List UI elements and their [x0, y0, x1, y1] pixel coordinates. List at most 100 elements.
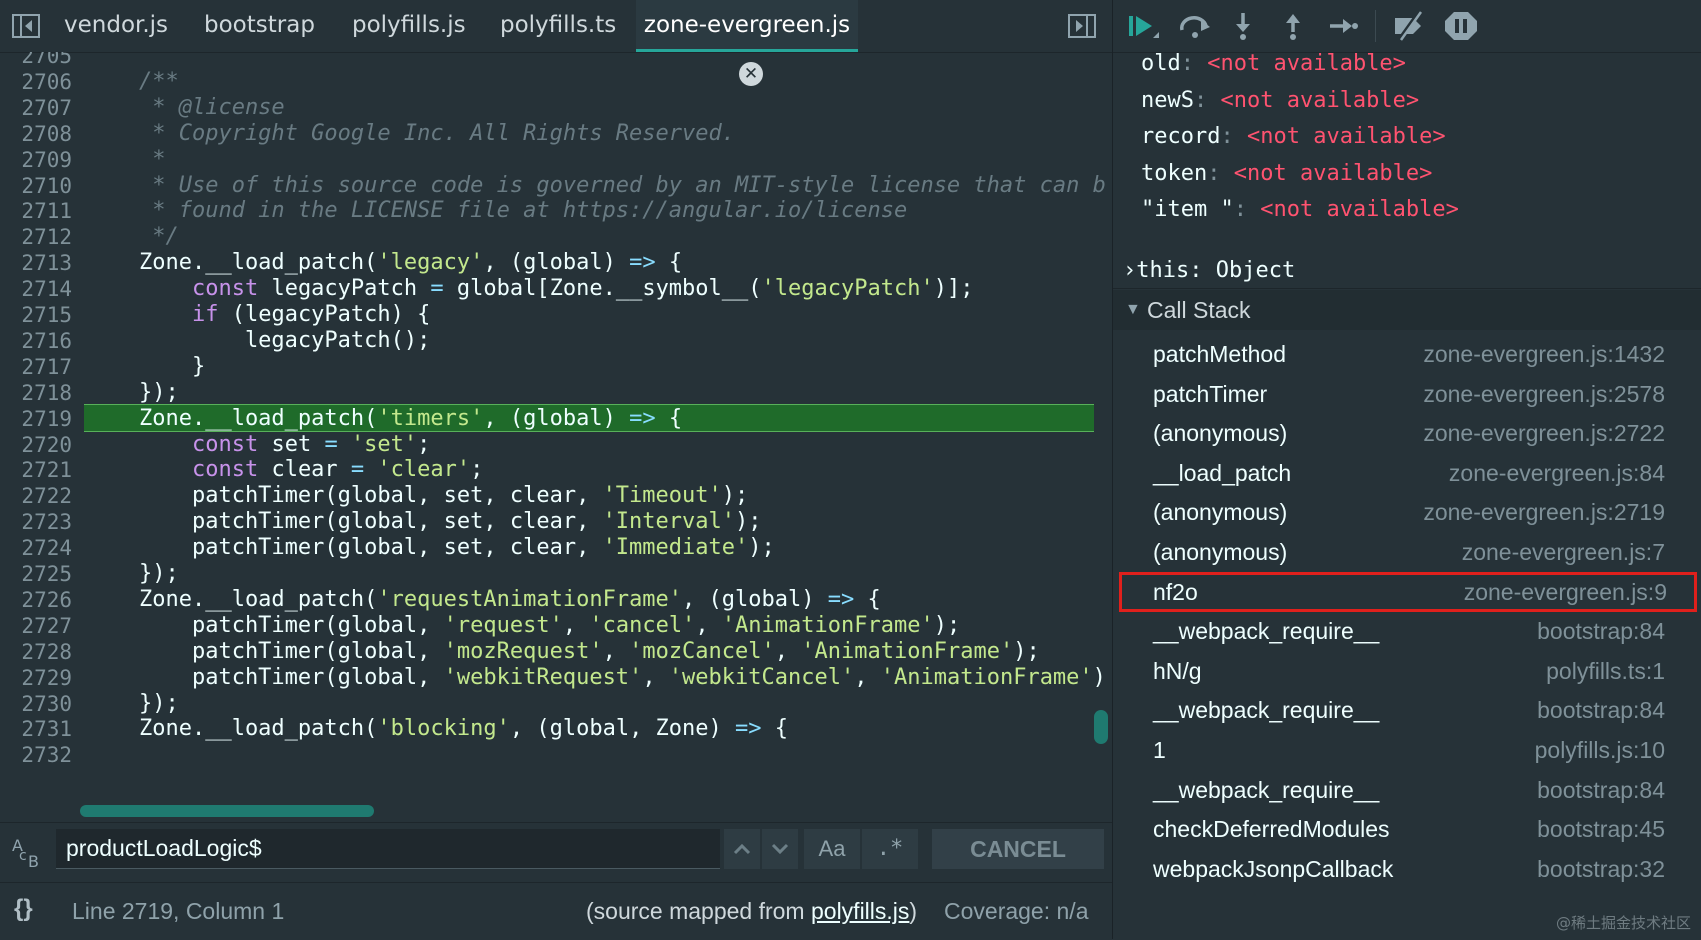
step-out-icon[interactable]	[1275, 10, 1311, 42]
line-number[interactable]: 2710	[0, 172, 72, 200]
vertical-scrollbar[interactable]	[1094, 710, 1108, 744]
line-number[interactable]: 2708	[0, 120, 72, 148]
call-stack-frame[interactable]: nf2o zone-evergreen.js:9	[1119, 571, 1697, 612]
code-line[interactable]: 2724 patchTimer(global, set, clear, 'Imm…	[0, 534, 1112, 562]
line-number[interactable]: 2728	[0, 638, 72, 666]
code-line[interactable]: 2725 });	[0, 560, 1112, 588]
frame-location[interactable]: zone-evergreen.js:2719	[1423, 492, 1665, 532]
frame-location[interactable]: bootstrap:84	[1537, 611, 1665, 651]
frame-location[interactable]: zone-evergreen.js:84	[1449, 453, 1665, 493]
search-input[interactable]	[56, 829, 720, 869]
search-replace-icon[interactable]: A B c	[10, 833, 50, 873]
pause-on-exceptions-icon[interactable]	[1443, 10, 1479, 42]
step-into-icon[interactable]	[1225, 10, 1261, 42]
call-stack-frame[interactable]: webpackJsonpCallback bootstrap:32	[1113, 849, 1701, 889]
code-line[interactable]: 2707 * @license	[0, 94, 1112, 122]
step-icon[interactable]	[1325, 10, 1361, 42]
line-number[interactable]: 2727	[0, 612, 72, 640]
line-number[interactable]: 2731	[0, 715, 72, 743]
call-stack-frame[interactable]: __load_patch zone-evergreen.js:84	[1113, 453, 1701, 493]
variable-row[interactable]: old: <not available>	[1141, 46, 1406, 82]
call-stack-frame[interactable]: checkDeferredModules bootstrap:45	[1113, 809, 1701, 849]
tab-polyfills-ts[interactable]: polyfills.ts	[500, 0, 616, 52]
toggle-navigator-icon[interactable]	[12, 14, 40, 38]
code-line[interactable]: 2709 *	[0, 146, 1112, 174]
match-case-button[interactable]: Aa	[804, 829, 860, 869]
search-prev-button[interactable]	[724, 829, 760, 869]
code-line[interactable]: 2727 patchTimer(global, 'request', 'canc…	[0, 612, 1112, 640]
line-number[interactable]: 2713	[0, 249, 72, 277]
variable-row[interactable]: record: <not available>	[1141, 119, 1446, 155]
search-next-button[interactable]	[762, 829, 798, 869]
frame-location[interactable]: bootstrap:45	[1537, 809, 1665, 849]
line-number[interactable]: 2721	[0, 456, 72, 484]
line-number[interactable]: 2724	[0, 534, 72, 562]
code-line[interactable]: 2720 const set = 'set';	[0, 431, 1112, 459]
variable-row[interactable]: newS: <not available>	[1141, 83, 1419, 119]
line-number[interactable]: 2712	[0, 223, 72, 251]
call-stack-frame[interactable]: (anonymous) zone-evergreen.js:2719	[1113, 492, 1701, 532]
line-number[interactable]: 2709	[0, 146, 72, 174]
regex-button[interactable]: .*	[862, 829, 918, 869]
frame-location[interactable]: zone-evergreen.js:7	[1462, 532, 1665, 572]
line-number[interactable]: 2714	[0, 275, 72, 303]
code-line[interactable]: 2731 Zone.__load_patch('blocking', (glob…	[0, 715, 1112, 743]
line-number[interactable]: 2706	[0, 68, 72, 96]
call-stack-frame[interactable]: (anonymous) zone-evergreen.js:2722	[1113, 413, 1701, 453]
tab-polyfills-js[interactable]: polyfills.js	[352, 0, 466, 52]
deactivate-breakpoints-icon[interactable]	[1391, 10, 1427, 42]
line-number[interactable]: 2725	[0, 560, 72, 588]
expand-arrow-icon[interactable]: ›	[1123, 258, 1136, 283]
code-line[interactable]: 2730 });	[0, 690, 1112, 718]
code-line[interactable]: 2712 */	[0, 223, 1112, 251]
call-stack-header[interactable]: ▼ Call Stack	[1113, 290, 1701, 330]
line-number[interactable]: 2711	[0, 197, 72, 225]
call-stack-frame[interactable]: 1 polyfills.js:10	[1113, 730, 1701, 770]
mapped-file-link[interactable]: polyfills.js	[811, 898, 909, 924]
tab-vendor-js[interactable]: vendor.js	[64, 0, 168, 52]
pretty-print-button[interactable]: {}	[14, 895, 33, 923]
code-line[interactable]: 2717 }	[0, 353, 1112, 381]
line-number[interactable]: 2732	[0, 741, 72, 769]
frame-location[interactable]: bootstrap:32	[1537, 849, 1665, 889]
frame-location[interactable]: zone-evergreen.js:1432	[1423, 334, 1665, 374]
line-number[interactable]: 2718	[0, 379, 72, 407]
line-number[interactable]: 2717	[0, 353, 72, 381]
call-stack-frame[interactable]: __webpack_require__ bootstrap:84	[1113, 611, 1701, 651]
code-line[interactable]: 2715 if (legacyPatch) {	[0, 301, 1112, 329]
code-line[interactable]: 2719 Zone.__load_patch('timers', (global…	[0, 405, 1112, 433]
code-line[interactable]: 2718 });	[0, 379, 1112, 407]
resume-icon[interactable]	[1125, 10, 1161, 42]
code-line[interactable]: 2726 Zone.__load_patch('requestAnimation…	[0, 586, 1112, 614]
line-number[interactable]: 2726	[0, 586, 72, 614]
line-number[interactable]: 2729	[0, 664, 72, 692]
code-line[interactable]: 2728 patchTimer(global, 'mozRequest', 'm…	[0, 638, 1112, 666]
frame-location[interactable]: bootstrap:84	[1537, 690, 1665, 730]
line-number[interactable]: 2730	[0, 690, 72, 718]
code-line[interactable]: 2710 * Use of this source code is govern…	[0, 172, 1112, 200]
code-line[interactable]: 2723 patchTimer(global, set, clear, 'Int…	[0, 508, 1112, 536]
code-line[interactable]: 2716 legacyPatch();	[0, 327, 1112, 355]
code-line[interactable]: 2713 Zone.__load_patch('legacy', (global…	[0, 249, 1112, 277]
call-stack-frame[interactable]: hN/g polyfills.ts:1	[1113, 651, 1701, 691]
frame-location[interactable]: zone-evergreen.js:9	[1464, 572, 1667, 612]
line-number[interactable]: 2722	[0, 482, 72, 510]
call-stack-frame[interactable]: (anonymous) zone-evergreen.js:7	[1113, 532, 1701, 572]
horizontal-scrollbar[interactable]	[80, 805, 374, 817]
tab-zone-evergreen-js[interactable]: zone-evergreen.js✕	[636, 0, 858, 86]
frame-location[interactable]: zone-evergreen.js:2722	[1423, 413, 1665, 453]
code-line[interactable]: 2729 patchTimer(global, 'webkitRequest',…	[0, 664, 1112, 692]
line-number[interactable]: 2716	[0, 327, 72, 355]
step-over-icon[interactable]	[1177, 10, 1213, 42]
variable-row[interactable]: "item ": <not available>	[1141, 192, 1459, 228]
toggle-debugger-icon[interactable]	[1068, 14, 1096, 38]
frame-location[interactable]: zone-evergreen.js:2578	[1423, 374, 1665, 414]
call-stack-frame[interactable]: __webpack_require__ bootstrap:84	[1113, 770, 1701, 810]
call-stack-frame[interactable]: __webpack_require__ bootstrap:84	[1113, 690, 1701, 730]
code-line[interactable]: 2732	[0, 741, 1112, 769]
code-line[interactable]: 2706 /**	[0, 68, 1112, 96]
cancel-button[interactable]: CANCEL	[932, 829, 1104, 869]
tab-bootstrap[interactable]: bootstrap	[204, 0, 315, 52]
code-line[interactable]: 2711 * found in the LICENSE file at http…	[0, 197, 1112, 225]
code-line[interactable]: 2708 * Copyright Google Inc. All Rights …	[0, 120, 1112, 148]
